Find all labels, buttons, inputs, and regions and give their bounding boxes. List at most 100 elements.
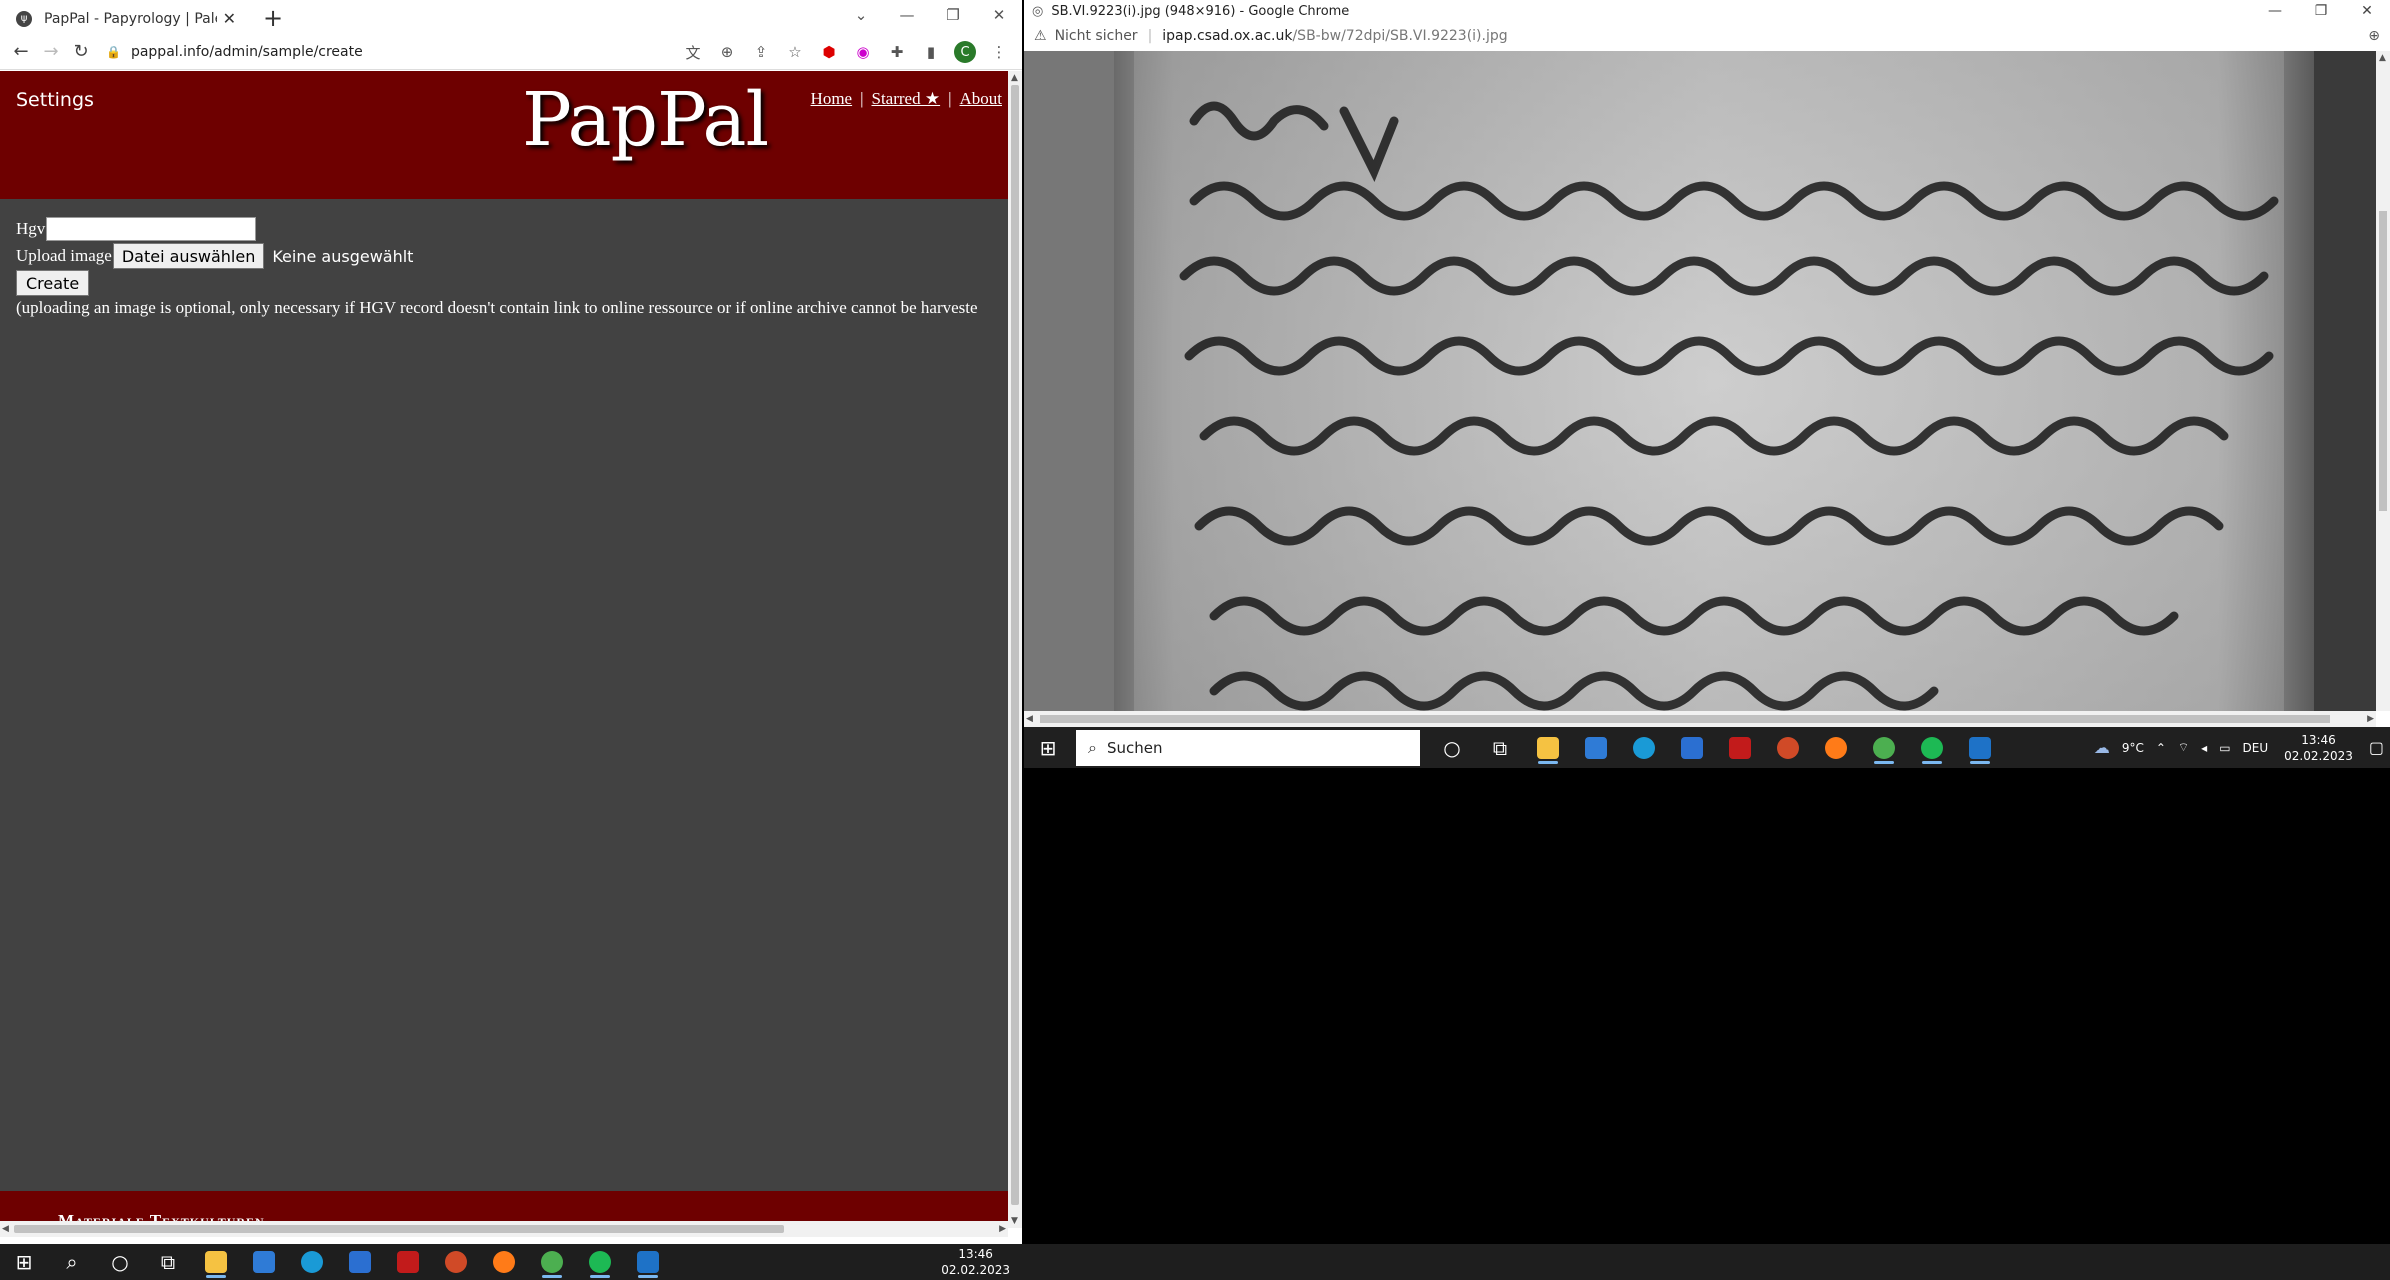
close-window-icon[interactable]: ✕	[976, 0, 1022, 30]
clock-date: 02.02.2023	[2284, 748, 2353, 763]
chrome-icon[interactable]	[528, 1244, 576, 1280]
browser-toolbar: ← → ↻ 🔒 pappal.info/admin/sample/create …	[0, 34, 1022, 70]
volume-icon[interactable]: ◂	[2201, 741, 2207, 755]
address-bar[interactable]: 🔒 pappal.info/admin/sample/create	[106, 38, 666, 66]
scroll-right-icon[interactable]: ▶	[2367, 714, 2374, 724]
choose-file-button[interactable]: Datei auswählen	[112, 243, 265, 269]
side-panel-icon[interactable]: ▮	[916, 39, 946, 65]
settings-link[interactable]: Settings	[16, 89, 94, 111]
scrollbar-thumb[interactable]	[2379, 211, 2387, 511]
file-explorer-icon[interactable]	[192, 1244, 240, 1280]
security-status[interactable]: Nicht sicher	[1055, 28, 1138, 44]
address-bar[interactable]: ⚠ Nicht sicher | ipap.csad.ox.ac.uk /SB-…	[1024, 22, 2390, 50]
edge-icon[interactable]	[288, 1244, 336, 1280]
nav-starred[interactable]: Starred ★	[872, 89, 941, 109]
firefox-icon[interactable]	[480, 1244, 528, 1280]
scrollbar-thumb[interactable]	[1040, 715, 2330, 723]
close-window-icon[interactable]: ✕	[2344, 0, 2390, 22]
reload-icon[interactable]: ↻	[66, 41, 96, 62]
extension-purple-icon[interactable]: ◉	[848, 39, 878, 65]
hgv-input[interactable]	[46, 217, 257, 241]
scroll-left-icon[interactable]: ◀	[2, 1224, 9, 1234]
scroll-down-icon[interactable]: ▼	[1011, 1216, 1018, 1226]
battery-icon[interactable]: ▭	[2219, 741, 2230, 755]
tab-pappal[interactable]: ψ PapPal - Papyrology | Paleograph ✕	[8, 3, 244, 34]
chevron-up-icon[interactable]: ⌃	[2156, 741, 2166, 755]
windows-start-icon[interactable]: ⊞	[1024, 730, 1072, 766]
mail-icon[interactable]	[336, 1244, 384, 1280]
system-tray: ☁ 9°C ⌃ ⌔ ◂ ▭ DEU 13:46 02.02.2023 ▢	[2088, 727, 2390, 768]
warning-icon[interactable]: ⚠	[1034, 28, 1047, 44]
clock[interactable]: 13:46 02.02.2023	[941, 1246, 1010, 1278]
tab-search-chevron-icon[interactable]: ⌄	[838, 0, 884, 30]
extensions-puzzle-icon[interactable]: ✚	[882, 39, 912, 65]
taskbar-search-box[interactable]: ⌕ Suchen	[1076, 729, 1420, 766]
page-content: Settings PapPal Home | Starred ★ | About…	[0, 71, 1008, 1228]
powerpoint-icon[interactable]	[1764, 730, 1812, 766]
edge-icon[interactable]	[1620, 730, 1668, 766]
file-explorer-icon[interactable]	[1524, 730, 1572, 766]
image-horizontal-scrollbar[interactable]: ◀ ▶	[1024, 711, 2376, 727]
clock-time: 13:46	[2301, 732, 2336, 747]
chrome-icon[interactable]	[1860, 730, 1908, 766]
windows-start-icon[interactable]: ⊞	[0, 1244, 48, 1280]
acrobat-icon[interactable]	[1716, 730, 1764, 766]
nav-about[interactable]: About	[960, 89, 1003, 109]
network-icon[interactable]: ⌔	[2178, 740, 2189, 755]
zoom-icon[interactable]: ⊕	[712, 39, 742, 65]
spotify-icon[interactable]	[576, 1244, 624, 1280]
acrobat-icon[interactable]	[384, 1244, 432, 1280]
create-button[interactable]: Create	[16, 270, 90, 296]
search-icon[interactable]: ⌕	[48, 1244, 96, 1280]
nav-home[interactable]: Home	[811, 89, 853, 109]
language-indicator[interactable]: DEU	[2243, 741, 2269, 755]
task-view-icon[interactable]: ⧉	[1476, 730, 1524, 766]
back-arrow-icon[interactable]: ←	[6, 41, 36, 62]
new-tab-icon[interactable]: +	[258, 4, 288, 32]
firefox-icon[interactable]	[1812, 730, 1860, 766]
weather-temp[interactable]: 9°C	[2122, 741, 2144, 755]
cloud-icon[interactable]: ☁	[2094, 738, 2110, 757]
lock-icon[interactable]: 🔒	[106, 45, 121, 59]
cortana-icon[interactable]: ○	[96, 1244, 144, 1280]
task-view-icon[interactable]: ⧉	[144, 1244, 192, 1280]
clock[interactable]: 13:46 02.02.2023	[2284, 732, 2353, 764]
store-icon[interactable]	[1572, 730, 1620, 766]
scroll-up-icon[interactable]: ▲	[2379, 53, 2386, 63]
menu-dots-icon[interactable]: ⋮	[984, 39, 1014, 65]
close-tab-icon[interactable]: ✕	[223, 9, 236, 28]
powerpoint-icon[interactable]	[432, 1244, 480, 1280]
share-icon[interactable]: ⇪	[746, 39, 776, 65]
upload-note: (uploading an image is optional, only ne…	[16, 298, 978, 317]
notification-icon[interactable]: ▢	[2369, 738, 2384, 757]
scroll-up-icon[interactable]: ▲	[1011, 73, 1018, 83]
url-separator: |	[1147, 28, 1153, 44]
translate-icon[interactable]: 文	[678, 39, 708, 65]
forward-arrow-icon[interactable]: →	[36, 41, 66, 62]
nav-separator: |	[860, 89, 864, 108]
mail-icon[interactable]	[1668, 730, 1716, 766]
page-vertical-scrollbar[interactable]: ▲ ▼	[1008, 71, 1022, 1228]
scrollbar-thumb[interactable]	[14, 1225, 784, 1233]
photos-icon[interactable]	[624, 1244, 672, 1280]
extension-red-icon[interactable]: ⬢	[814, 39, 844, 65]
zoom-icon[interactable]: ⊕	[2368, 28, 2380, 44]
spotify-icon[interactable]	[1908, 730, 1956, 766]
photos-icon[interactable]	[1956, 730, 2004, 766]
bookmark-star-icon[interactable]: ☆	[780, 39, 810, 65]
page-horizontal-scrollbar[interactable]: ◀ ▶	[0, 1221, 1008, 1237]
hgv-row: Hgv	[16, 216, 978, 242]
scrollbar-thumb[interactable]	[1011, 85, 1019, 1205]
restore-icon[interactable]: ❐	[2298, 0, 2344, 22]
image-vertical-scrollbar[interactable]: ▲	[2376, 51, 2390, 711]
scroll-left-icon[interactable]: ◀	[1026, 714, 1033, 724]
restore-icon[interactable]: ❐	[930, 0, 976, 30]
profile-avatar[interactable]: C	[954, 41, 976, 63]
create-row: Create	[16, 270, 978, 296]
minimize-icon[interactable]: —	[2252, 0, 2298, 22]
scroll-right-icon[interactable]: ▶	[999, 1224, 1006, 1234]
nav-separator: |	[948, 89, 952, 108]
cortana-icon[interactable]: ○	[1428, 730, 1476, 766]
minimize-icon[interactable]: —	[884, 0, 930, 30]
store-icon[interactable]	[240, 1244, 288, 1280]
